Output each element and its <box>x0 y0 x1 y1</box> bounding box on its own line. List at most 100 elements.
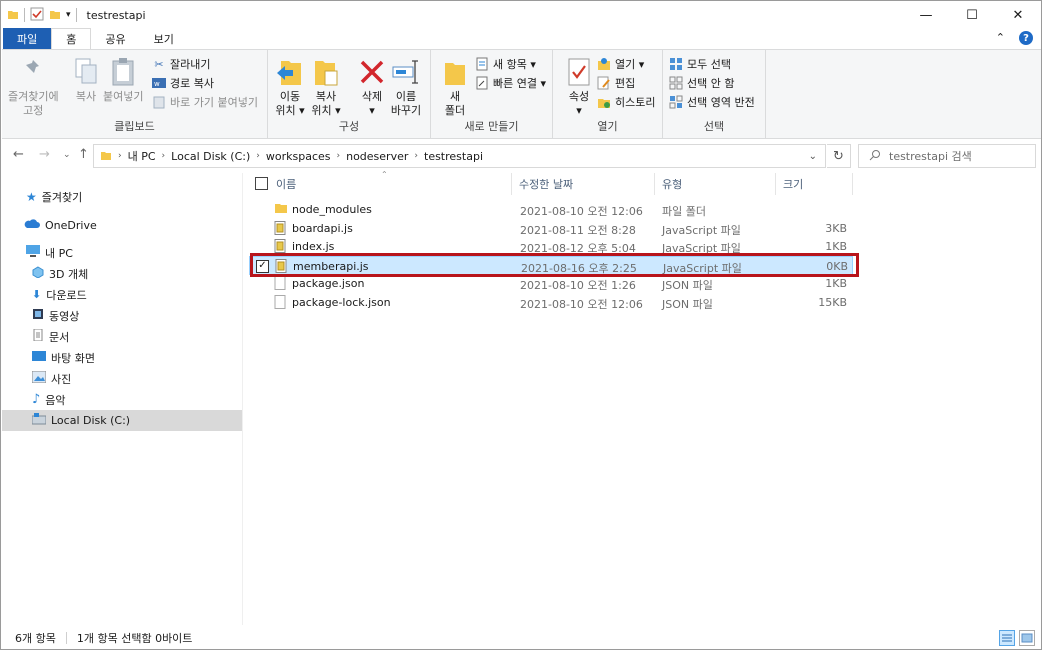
chevron-right-icon[interactable]: › <box>337 151 341 161</box>
breadcrumb-local-disk[interactable]: Local Disk (C:) <box>171 150 250 163</box>
file-type: 파일 폴더 <box>662 205 706 218</box>
pin-quick-access-button[interactable]: 즐겨찾기에 고정 <box>8 56 59 118</box>
minimize-button[interactable]: — <box>903 1 949 29</box>
paste-button[interactable]: 붙여넣기 <box>103 56 143 104</box>
tab-share[interactable]: 공유 <box>91 28 139 49</box>
nav-this-pc[interactable]: 내 PC <box>26 242 73 263</box>
file-type: JavaScript 파일 <box>662 242 741 255</box>
tab-file[interactable]: 파일 <box>3 28 52 49</box>
nav-downloads-label: 다운로드 <box>46 288 87 302</box>
nav-quick-access-label: 즐겨찾기 <box>41 190 83 204</box>
organize-group-label: 구성 <box>338 120 360 133</box>
pin-label-1: 즐겨찾기에 <box>8 90 59 103</box>
maximize-button[interactable]: ☐ <box>949 1 995 29</box>
nav-desktop[interactable]: 바탕 화면 <box>32 347 95 368</box>
nav-music-label: 음악 <box>45 393 66 407</box>
nav-videos[interactable]: 동영상 <box>32 305 79 326</box>
column-header-name[interactable]: 이름 <box>270 173 512 195</box>
scissors-icon: ✂ <box>154 57 164 71</box>
search-input[interactable]: testrestapi 검색 <box>858 144 1036 168</box>
nav-this-pc-label: 내 PC <box>45 246 73 260</box>
address-bar[interactable]: › 내 PC › Local Disk (C:) › workspaces › … <box>93 144 826 168</box>
edit-label: 편집 <box>615 77 636 90</box>
file-row[interactable]: index.js 2021-08-12 오후 5:04 JavaScript 파일 1… <box>249 237 853 256</box>
invert-selection-label: 선택 영역 반전 <box>687 96 755 109</box>
help-icon[interactable]: ? <box>1019 31 1033 45</box>
new-folder-button[interactable]: 새 폴더 <box>439 56 471 118</box>
window-title: testrestapi <box>86 8 146 22</box>
divider <box>75 8 77 22</box>
clipboard-icon <box>107 56 139 88</box>
breadcrumb-testrestapi[interactable]: testrestapi <box>424 150 483 163</box>
file-row[interactable]: package-lock.json 2021-08-10 오전 12:06 JSON… <box>249 293 853 312</box>
easy-access-label: 빠른 연결 ▾ <box>493 77 546 90</box>
breadcrumb-workspaces[interactable]: workspaces <box>266 150 331 163</box>
large-icons-view-icon[interactable] <box>1019 630 1035 646</box>
forward-arrow-icon[interactable]: → <box>39 147 50 162</box>
nav-3d-objects[interactable]: 3D 개체 <box>32 263 88 284</box>
nav-music[interactable]: ♪ 음악 <box>32 389 66 410</box>
move-to-icon <box>274 56 306 88</box>
tab-view[interactable]: 보기 <box>140 28 188 49</box>
edit-button[interactable]: 편집 <box>597 74 635 92</box>
select-none-button[interactable]: 선택 안 함 <box>669 74 734 92</box>
paste-shortcut-button[interactable]: 바로 가기 붙여넣기 <box>152 93 258 111</box>
new-item-button[interactable]: 새 항목 ▾ <box>475 55 536 73</box>
column-date-label: 수정한 날짜 <box>519 178 574 191</box>
row-checkbox[interactable]: ✓ <box>256 259 269 273</box>
new-folder-quick-icon[interactable] <box>49 8 61 23</box>
chevron-right-icon[interactable]: › <box>414 151 418 161</box>
nav-onedrive[interactable]: OneDrive <box>24 215 97 236</box>
column-header-type[interactable]: 유형 <box>656 173 776 195</box>
properties-quick-icon[interactable] <box>30 7 44 24</box>
tab-home[interactable]: 홈 <box>51 28 92 49</box>
rename-button[interactable]: 이름 바꾸기 <box>390 56 422 118</box>
paste-shortcut-label: 바로 가기 붙여넣기 <box>170 96 258 109</box>
ribbon-collapse-icon[interactable]: ⌃ <box>996 31 1005 45</box>
close-button[interactable]: ✕ <box>995 1 1041 29</box>
chevron-right-icon[interactable]: › <box>162 151 166 161</box>
file-type: JavaScript 파일 <box>662 223 741 237</box>
select-all-label: 모두 선택 <box>687 58 731 71</box>
refresh-button[interactable]: ↻ <box>827 144 851 168</box>
history-button[interactable]: 히스토리 <box>597 93 655 111</box>
file-date: 2021-08-11 오전 8:28 <box>520 223 636 237</box>
file-row[interactable]: package.json 2021-08-10 오전 1:26 JSON 파일 1KB <box>249 274 853 293</box>
file-date: 2021-08-10 오전 12:06 <box>520 297 643 311</box>
column-header-size[interactable]: 크기 <box>777 173 853 195</box>
chevron-right-icon[interactable]: › <box>256 151 260 161</box>
file-row[interactable]: boardapi.js 2021-08-11 오전 8:28 JavaScript … <box>249 219 853 238</box>
breadcrumb-this-pc[interactable]: 내 PC <box>128 148 156 164</box>
nav-documents[interactable]: 문서 <box>32 326 69 347</box>
nav-local-disk[interactable]: Local Disk (C:) <box>2 410 242 431</box>
address-dropdown-chevron-icon[interactable]: ⌄ <box>809 151 817 162</box>
cut-button[interactable]: ✂ 잘라내기 <box>152 55 210 73</box>
nav-pictures[interactable]: 사진 <box>31 368 71 389</box>
invert-selection-button[interactable]: 선택 영역 반전 <box>669 93 755 111</box>
move-to-button[interactable]: 이동 위치 ▾ <box>274 56 306 118</box>
nav-downloads[interactable]: ⬇ 다운로드 <box>32 284 87 305</box>
navigation-pane: ★ 즐겨찾기 OneDrive 내 PC 3D 개체 ⬇ 다운로드 동영상 문서… <box>2 173 243 625</box>
customize-quick-access-icon[interactable]: ▾ <box>66 10 71 20</box>
nav-documents-label: 문서 <box>49 330 70 344</box>
copy-to-button[interactable]: 복사 위치 ▾ <box>310 56 342 118</box>
file-row[interactable]: ✓ memberapi.js 2021-08-16 오후 2:25 JavaScrip… <box>249 255 853 275</box>
properties-button[interactable]: 속성 ▾ <box>563 56 595 118</box>
back-arrow-icon[interactable]: ← <box>13 147 24 162</box>
details-view-icon[interactable] <box>999 630 1015 646</box>
easy-access-button[interactable]: 빠른 연결 ▾ <box>475 74 546 92</box>
select-all-checkbox[interactable] <box>255 177 268 190</box>
breadcrumb-nodeserver[interactable]: nodeserver <box>346 150 408 163</box>
file-row[interactable]: node_modules 2021-08-10 오전 12:06 파일 폴더 <box>249 200 853 219</box>
open-button[interactable]: 열기 ▾ <box>597 55 644 73</box>
up-arrow-icon[interactable]: ↑ <box>78 147 89 162</box>
new-group-label: 새로 만들기 <box>464 120 519 133</box>
copy-path-button[interactable]: w 경로 복사 <box>152 74 214 92</box>
select-all-button[interactable]: 모두 선택 <box>669 55 731 73</box>
copy-button[interactable]: 복사 <box>70 56 102 104</box>
nav-quick-access[interactable]: ★ 즐겨찾기 <box>26 186 82 207</box>
chevron-right-icon[interactable]: › <box>118 151 122 161</box>
delete-button[interactable]: 삭제 ▾ <box>356 56 388 118</box>
column-header-date[interactable]: 수정한 날짜 <box>513 173 655 195</box>
recent-locations-chevron-icon[interactable]: ⌄ <box>63 150 71 160</box>
